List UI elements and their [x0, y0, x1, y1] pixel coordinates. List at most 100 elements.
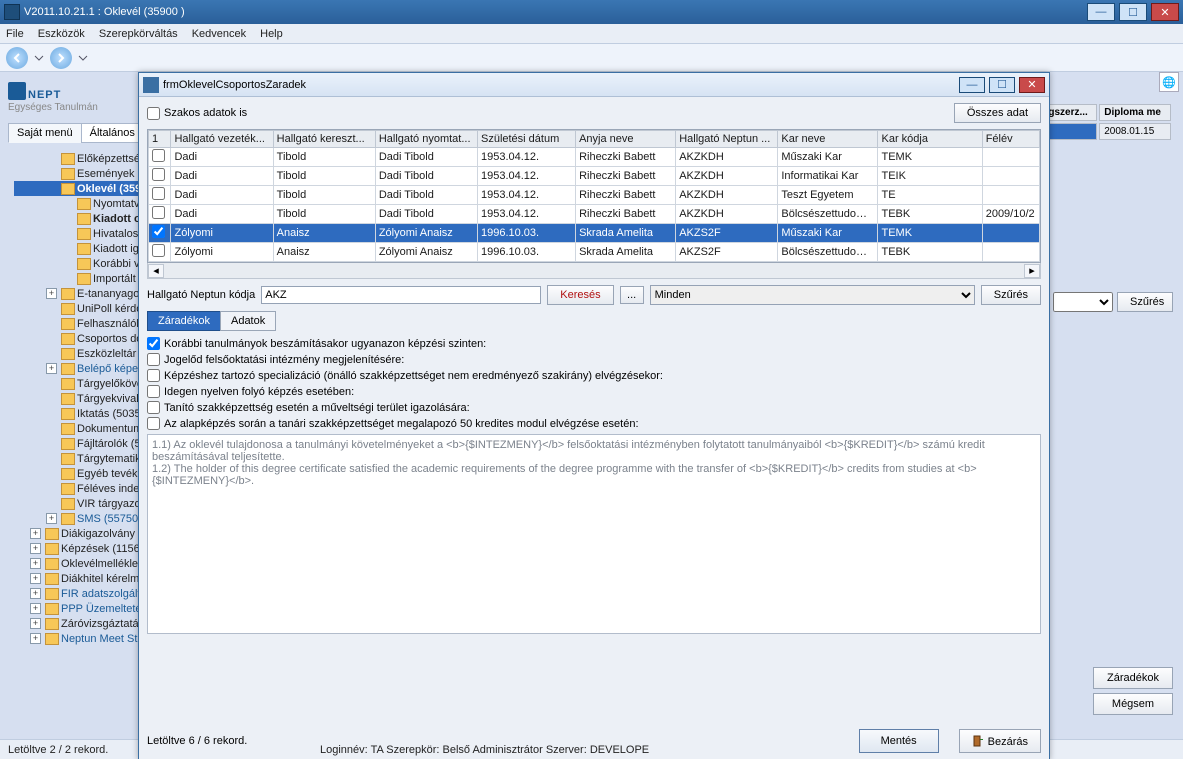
table-cell: 1996.10.03. — [477, 243, 575, 262]
option-checkbox-row[interactable]: Tanító szakképzettség esetén a műveltség… — [147, 401, 1041, 414]
table-row[interactable]: DadiTiboldDadi Tibold1953.04.12.Riheczki… — [149, 205, 1040, 224]
folder-icon — [45, 528, 59, 540]
table-row[interactable]: DadiTiboldDadi Tibold1953.04.12.Riheczki… — [149, 148, 1040, 167]
option-checkbox[interactable] — [147, 369, 160, 382]
option-checkbox-row[interactable]: Az alapképzés során a tanári szakképzett… — [147, 417, 1041, 430]
grid-header[interactable]: Félév — [982, 131, 1039, 148]
grid-header[interactable]: Anyja neve — [576, 131, 676, 148]
option-checkbox-row[interactable]: Idegen nyelven folyó képzés esetében: — [147, 385, 1041, 398]
save-button[interactable]: Mentés — [859, 729, 939, 753]
table-cell: Anaisz — [273, 224, 375, 243]
table-cell: Teszt Egyetem — [778, 186, 878, 205]
maximize-button[interactable]: ☐ — [1119, 3, 1147, 21]
tree-item-label: SMS (55750 ) — [77, 513, 145, 525]
bg-zaradekok-button[interactable]: Záradékok — [1093, 667, 1173, 689]
collapse-icon — [46, 393, 57, 404]
option-checkbox[interactable] — [147, 401, 160, 414]
table-row[interactable]: DadiTiboldDadi Tibold1953.04.12.Riheczki… — [149, 186, 1040, 205]
grid-header[interactable]: Kar neve — [778, 131, 878, 148]
back-dropdown-icon[interactable] — [34, 53, 44, 63]
table-cell: Tibold — [273, 186, 375, 205]
table-row[interactable]: ZólyomiAnaiszZólyomi Anaisz1996.10.03.Sk… — [149, 243, 1040, 262]
grid-header[interactable]: Hallgató Neptun ... — [676, 131, 778, 148]
szakos-checkbox[interactable] — [147, 107, 160, 120]
table-row[interactable]: DadiTiboldDadi Tibold1953.04.12.Riheczki… — [149, 167, 1040, 186]
folder-icon — [61, 453, 75, 465]
close-dialog-button[interactable]: Bezárás — [959, 729, 1041, 753]
table-cell: Zólyomi — [171, 224, 273, 243]
scroll-left-icon[interactable]: ◂ — [148, 264, 164, 278]
sidebar-tab-own[interactable]: Saját menü — [8, 123, 82, 143]
expand-icon[interactable]: + — [46, 363, 57, 374]
grid-header[interactable]: Hallgató nyomtat... — [375, 131, 477, 148]
search-button[interactable]: Keresés — [547, 285, 613, 305]
table-cell: AKZS2F — [676, 243, 778, 262]
option-checkbox-row[interactable]: Képzéshez tartozó specializáció (önálló … — [147, 369, 1041, 382]
lookup-button[interactable]: ... — [620, 286, 644, 304]
grid-header[interactable]: Hallgató vezeték... — [171, 131, 273, 148]
scroll-right-icon[interactable]: ▸ — [1024, 264, 1040, 278]
bg-filter-button[interactable]: Szűrés — [1117, 292, 1173, 312]
option-checkbox[interactable] — [147, 337, 160, 350]
szakos-checkbox-wrap[interactable]: Szakos adatok is — [147, 107, 247, 120]
minimize-button[interactable]: — — [1087, 3, 1115, 21]
table-cell: Műszaki Kar — [778, 224, 878, 243]
row-checkbox[interactable] — [152, 244, 165, 257]
grid-hscroll[interactable]: ◂ ▸ — [147, 263, 1041, 279]
forward-dropdown-icon[interactable] — [78, 53, 88, 63]
globe-icon[interactable]: 🌐 — [1159, 72, 1179, 92]
expand-icon[interactable]: + — [30, 528, 41, 539]
row-checkbox[interactable] — [152, 187, 165, 200]
option-checkbox[interactable] — [147, 353, 160, 366]
menu-role[interactable]: Szerepkörváltás — [99, 28, 178, 40]
subtab-zaradekok[interactable]: Záradékok — [147, 311, 221, 331]
expand-icon[interactable]: + — [30, 573, 41, 584]
grid-header[interactable]: Hallgató kereszt... — [273, 131, 375, 148]
option-checkbox[interactable] — [147, 417, 160, 430]
close-button[interactable]: ✕ — [1151, 3, 1179, 21]
grid-header[interactable]: 1 — [149, 131, 171, 148]
menu-help[interactable]: Help — [260, 28, 283, 40]
row-checkbox[interactable] — [152, 206, 165, 219]
expand-icon[interactable]: + — [30, 633, 41, 644]
table-cell — [982, 186, 1039, 205]
row-checkbox[interactable] — [152, 168, 165, 181]
forward-button[interactable] — [50, 47, 72, 69]
table-row[interactable]: ZólyomiAnaiszZólyomi Anaisz1996.10.03.Sk… — [149, 224, 1040, 243]
expand-icon[interactable]: + — [30, 618, 41, 629]
expand-icon[interactable]: + — [46, 288, 57, 299]
filter-button[interactable]: Szűrés — [981, 285, 1041, 305]
expand-icon[interactable]: + — [30, 588, 41, 599]
dialog-maximize-button[interactable]: ☐ — [989, 77, 1015, 93]
menu-favorites[interactable]: Kedvencek — [192, 28, 246, 40]
grid-header[interactable]: Kar kódja — [878, 131, 982, 148]
folder-icon — [61, 303, 75, 315]
row-checkbox[interactable] — [152, 149, 165, 162]
osszes-adat-button[interactable]: Összes adat — [954, 103, 1041, 123]
dialog-close-button[interactable]: ✕ — [1019, 77, 1045, 93]
option-checkbox-row[interactable]: Jogelőd felsőoktatási intézmény megjelen… — [147, 353, 1041, 366]
filter-dropdown[interactable]: Minden — [650, 285, 975, 305]
bg-cancel-button[interactable]: Mégsem — [1093, 693, 1173, 715]
expand-icon[interactable]: + — [30, 558, 41, 569]
expand-icon[interactable]: + — [30, 603, 41, 614]
table-cell: Riheczki Babett — [576, 205, 676, 224]
menu-tools[interactable]: Eszközök — [38, 28, 85, 40]
expand-icon[interactable]: + — [30, 543, 41, 554]
bg-filter-select[interactable] — [1053, 292, 1113, 312]
neptun-code-input[interactable] — [261, 286, 541, 304]
option-checkbox[interactable] — [147, 385, 160, 398]
row-checkbox[interactable] — [152, 225, 165, 238]
dialog-minimize-button[interactable]: — — [959, 77, 985, 93]
back-button[interactable] — [6, 47, 28, 69]
template-text[interactable] — [147, 434, 1041, 634]
table-cell: Skrada Amelita — [576, 224, 676, 243]
expand-icon[interactable]: + — [46, 513, 57, 524]
option-checkbox-row[interactable]: Korábbi tanulmányok beszámításakor ugyan… — [147, 337, 1041, 350]
table-cell — [982, 148, 1039, 167]
grid-header[interactable]: Születési dátum — [477, 131, 575, 148]
menu-file[interactable]: File — [6, 28, 24, 40]
subtab-adatok[interactable]: Adatok — [220, 311, 276, 331]
table-cell: AKZS2F — [676, 224, 778, 243]
bg-bottom-buttons: Záradékok Mégsem — [1053, 663, 1173, 719]
